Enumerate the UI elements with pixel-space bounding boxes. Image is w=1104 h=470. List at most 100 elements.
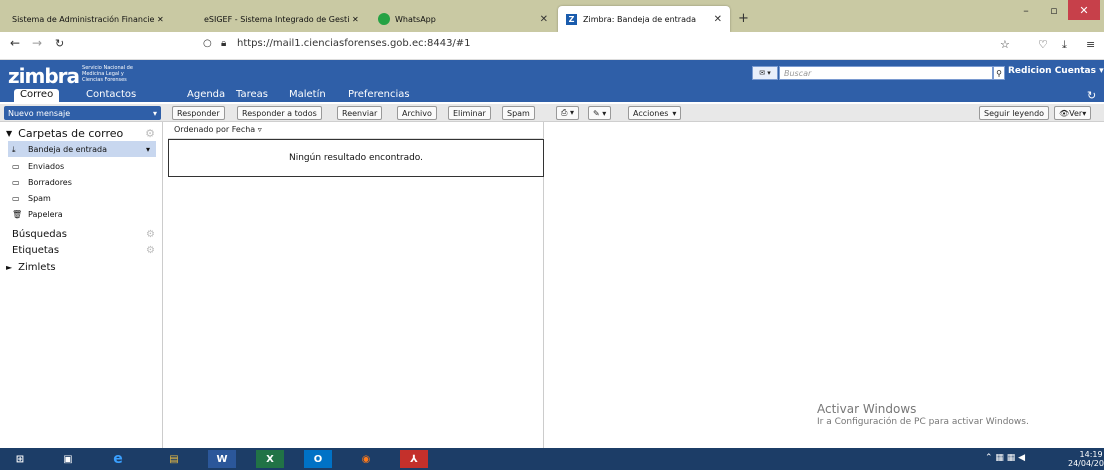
- user-name: Redicion Cuentas: [1008, 66, 1096, 76]
- shield-icon: ○: [203, 38, 212, 49]
- button-label: Nuevo mensaje: [8, 108, 71, 118]
- folders-header[interactable]: ▼ Carpetas de correo ⚙: [0, 125, 163, 141]
- tab-label: Contactos: [86, 89, 137, 100]
- tab-zimbra[interactable]: Z Zimbra: Bandeja de entrada ✕: [558, 6, 730, 32]
- close-icon[interactable]: ✕: [540, 14, 548, 25]
- gear-icon[interactable]: ⚙: [146, 245, 155, 256]
- tag-icon: ✎ ▾: [593, 108, 607, 118]
- tab-whatsapp[interactable]: WhatsApp ✕: [370, 8, 556, 30]
- zimbra-header: zimbra Servicio Nacional de Medicina Leg…: [0, 60, 1104, 88]
- tab-label: WhatsApp: [395, 14, 436, 24]
- new-tab-button[interactable]: +: [738, 11, 749, 26]
- close-window-icon[interactable]: ✕: [1068, 0, 1100, 20]
- tab-correo[interactable]: Correo: [14, 89, 60, 104]
- mail-toolbar: Nuevo mensaje ▾ Responder Responder a to…: [0, 104, 1104, 122]
- collapse-triangle-icon[interactable]: ▼: [6, 129, 12, 138]
- button-label: Spam: [507, 108, 530, 118]
- tab-agenda[interactable]: Agenda: [181, 89, 231, 104]
- activation-watermark-title: Activar Windows: [817, 402, 917, 416]
- tab-tareas[interactable]: Tareas: [230, 89, 274, 104]
- sort-icon[interactable]: ▿: [258, 125, 262, 134]
- trash-icon: 🗑︎: [12, 209, 23, 219]
- tab-maletin[interactable]: Maletín: [283, 89, 332, 104]
- sidebar-item-inbox[interactable]: ⤓ Bandeja de entrada ▾: [8, 141, 156, 157]
- forward-button[interactable]: Reenviar: [337, 106, 383, 120]
- firefox-icon[interactable]: ◉: [352, 450, 380, 468]
- tray-icons[interactable]: ⌃ ▦ ▦ ◀: [985, 453, 1025, 463]
- chevron-down-icon[interactable]: ▾: [146, 145, 150, 154]
- tab-label: Preferencias: [348, 89, 410, 100]
- sidebar-item-trash[interactable]: 🗑︎ Papelera: [0, 206, 163, 222]
- folder-label: Spam: [28, 193, 51, 203]
- clock-time: 14:19: [1079, 450, 1103, 459]
- gear-icon[interactable]: ⚙: [145, 127, 155, 140]
- section-label: Etiquetas: [12, 244, 60, 256]
- button-label: Eliminar: [453, 108, 486, 118]
- chevron-down-icon: ▾: [152, 108, 157, 118]
- tab-preferencias[interactable]: Preferencias: [342, 89, 416, 104]
- new-message-button[interactable]: Nuevo mensaje ▾: [4, 106, 161, 120]
- refresh-icon[interactable]: ↻: [1087, 89, 1096, 102]
- expand-triangle-icon[interactable]: ►: [6, 263, 12, 272]
- store-icon[interactable]: ▣: [54, 450, 82, 468]
- logo-subtitle: Servicio Nacional de Medicina Legal y Ci…: [82, 64, 133, 83]
- windows-start-icon[interactable]: ⊞: [6, 450, 34, 468]
- button-label: Reenviar: [342, 108, 378, 118]
- sidebar-item-sent[interactable]: ▭ Enviados: [0, 158, 163, 174]
- view-button[interactable]: 👁︎ Ver ▾: [1054, 106, 1092, 120]
- pocket-icon[interactable]: ♡: [1038, 38, 1048, 51]
- menu-icon[interactable]: ≡: [1086, 38, 1095, 51]
- archive-button[interactable]: Archivo: [397, 106, 437, 120]
- drafts-icon: ▭: [12, 177, 20, 187]
- excel-icon[interactable]: X: [256, 450, 284, 468]
- button-label: Acciones: [633, 108, 669, 118]
- tab-sistema-admin[interactable]: Sistema de Administración Financie ✕: [4, 8, 194, 30]
- reload-icon[interactable]: ↻: [55, 37, 64, 50]
- bookmark-star-icon[interactable]: ☆: [1000, 38, 1010, 51]
- url-bar: ← → ↻ ○ 🔒︎ https://mail1.cienciasforense…: [0, 32, 1104, 60]
- browser-tab-bar: Sistema de Administración Financie ✕ eSI…: [0, 0, 1104, 32]
- close-icon[interactable]: ✕: [714, 14, 722, 25]
- reply-button[interactable]: Responder: [172, 106, 225, 120]
- url-field[interactable]: https://mail1.cienciasforenses.gob.ec:84…: [237, 38, 471, 49]
- print-button[interactable]: ⎙ ▾: [556, 106, 579, 120]
- sidebar-item-drafts[interactable]: ▭ Borradores: [0, 174, 163, 190]
- search-icon[interactable]: ⚲: [993, 66, 1005, 80]
- gear-icon[interactable]: ⚙: [146, 229, 155, 240]
- activation-watermark-text: Ir a Configuración de PC para activar Wi…: [817, 417, 1029, 427]
- search-input[interactable]: Buscar: [779, 66, 993, 80]
- sidebar-item-spam[interactable]: ▭ Spam: [0, 190, 163, 206]
- reply-all-button[interactable]: Responder a todos: [237, 106, 322, 120]
- empty-text: Ningún resultado encontrado.: [288, 153, 424, 163]
- printer-icon: ⎙ ▾: [561, 108, 574, 117]
- actions-button[interactable]: Acciones ▾: [628, 106, 682, 120]
- file-explorer-icon[interactable]: ▤: [160, 450, 188, 468]
- minimize-icon[interactable]: –: [1012, 0, 1040, 20]
- search-type-dropdown[interactable]: ✉ ▾: [752, 66, 778, 80]
- maximize-icon[interactable]: ▫: [1040, 0, 1068, 20]
- acrobat-icon[interactable]: ⅄: [400, 450, 428, 468]
- outlook-icon[interactable]: O: [304, 450, 332, 468]
- searches-header[interactable]: Búsquedas ⚙: [0, 226, 163, 242]
- delete-button[interactable]: Eliminar: [448, 106, 491, 120]
- back-icon[interactable]: ←: [10, 36, 20, 50]
- tab-contactos[interactable]: Contactos: [80, 89, 142, 104]
- zimlets-header[interactable]: ► Zimlets: [0, 259, 163, 275]
- sort-header[interactable]: Ordenado por Fecha ▿: [168, 125, 544, 139]
- user-menu[interactable]: Redicion Cuentas ▾: [1008, 66, 1104, 76]
- clock[interactable]: 14:19 24/04/2023: [1068, 450, 1104, 468]
- message-list-pane: Ordenado por Fecha ▿ Ningún resultado en…: [168, 122, 544, 448]
- download-icon[interactable]: ⤓: [1062, 38, 1067, 52]
- button-label: Ver: [1069, 108, 1083, 118]
- internet-explorer-icon[interactable]: e: [104, 450, 132, 468]
- keep-reading-button[interactable]: Seguir leyendo: [979, 106, 1050, 120]
- tag-button[interactable]: ✎ ▾: [588, 106, 612, 120]
- tags-header[interactable]: Etiquetas ⚙: [0, 242, 163, 258]
- word-icon[interactable]: W: [208, 450, 236, 468]
- forward-icon[interactable]: →: [32, 36, 42, 50]
- tab-esigef[interactable]: eSIGEF - Sistema Integrado de Gesti ✕: [196, 8, 368, 30]
- spam-button[interactable]: Spam: [502, 106, 535, 120]
- tab-label: Zimbra: Bandeja de entrada: [583, 14, 696, 24]
- lock-icon: 🔒︎: [221, 38, 227, 49]
- reading-pane: [550, 122, 1104, 448]
